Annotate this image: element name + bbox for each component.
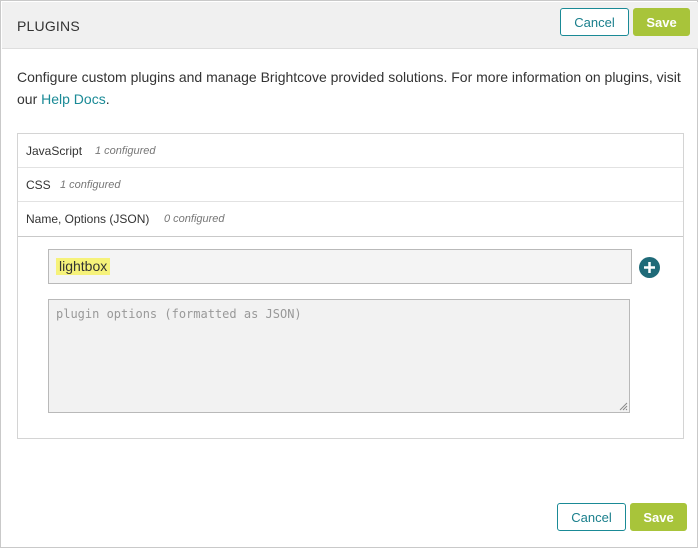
section-name-options[interactable]: Name, Options (JSON) 0 configured <box>18 202 683 236</box>
section-label: CSS <box>26 178 51 192</box>
page-title: PLUGINS <box>17 18 80 34</box>
intro-description: Configure custom plugins and manage Brig… <box>17 69 681 107</box>
plus-circle-icon[interactable] <box>639 257 660 278</box>
section-css[interactable]: CSS 1 configured <box>18 168 683 202</box>
intro-trailing: . <box>105 91 110 107</box>
section-javascript[interactable]: JavaScript 1 configured <box>18 134 683 168</box>
footer-save-button[interactable]: Save <box>630 503 687 531</box>
plugin-name-value: lightbox <box>56 258 111 275</box>
dialog-header: PLUGINS Cancel Save <box>2 2 698 49</box>
plugin-entry-form: lightbox plugin options (formatted as JS… <box>18 236 683 438</box>
plugin-name-input[interactable]: lightbox <box>48 249 632 284</box>
plugins-panel: JavaScript 1 configured CSS 1 configured… <box>17 133 684 439</box>
plugins-dialog: PLUGINS Cancel Save Configure custom plu… <box>0 0 698 548</box>
save-button[interactable]: Save <box>633 8 690 36</box>
section-count: 1 configured <box>95 145 156 157</box>
resize-grip-icon[interactable] <box>619 402 628 411</box>
footer-cancel-button[interactable]: Cancel <box>557 503 626 531</box>
section-label: JavaScript <box>26 144 83 158</box>
cancel-button[interactable]: Cancel <box>560 8 629 36</box>
intro-text: Configure custom plugins and manage Brig… <box>17 66 689 110</box>
section-count: 0 configured <box>164 213 225 225</box>
plugin-options-textarea[interactable]: plugin options (formatted as JSON) <box>48 299 630 413</box>
options-placeholder: plugin options (formatted as JSON) <box>56 307 302 321</box>
help-docs-link[interactable]: Help Docs <box>41 91 106 107</box>
section-label: Name, Options (JSON) <box>26 212 150 226</box>
section-count: 1 configured <box>60 179 121 191</box>
